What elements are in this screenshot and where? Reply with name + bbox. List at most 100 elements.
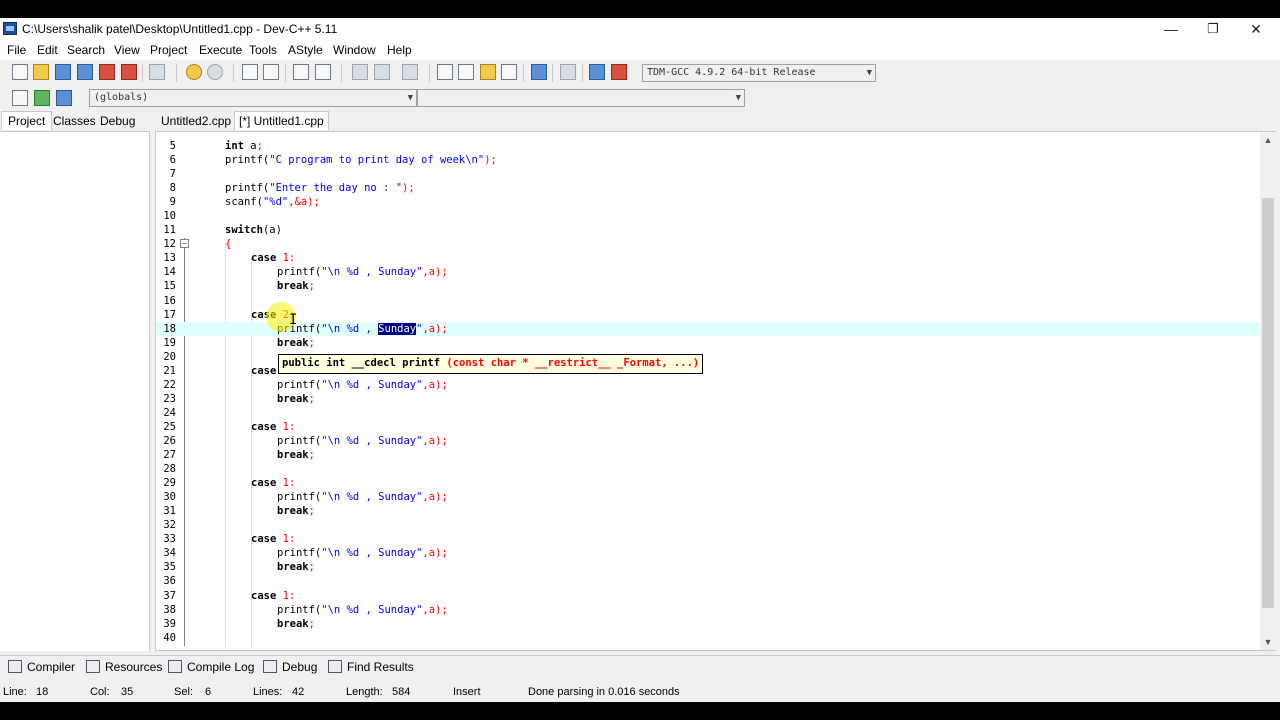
code-line[interactable]: 17case 2:	[156, 308, 1261, 322]
unindent-icon[interactable]	[315, 64, 331, 80]
tab-compiler[interactable]: Compiler	[8, 660, 75, 674]
scroll-thumb[interactable]	[1262, 198, 1274, 608]
print-icon[interactable]	[149, 64, 165, 80]
code-line[interactable]: 31 break;	[156, 504, 1261, 518]
code-line[interactable]: 14 printf("\n %d , Sunday",a);	[156, 265, 1261, 279]
tab-untitled2[interactable]: Untitled2.cpp	[161, 114, 231, 128]
close-button[interactable]: ✕	[1234, 18, 1278, 40]
tab-resources[interactable]: Resources	[86, 660, 162, 674]
code-line[interactable]: 12− {	[156, 237, 1261, 251]
status-mode: Insert	[453, 686, 481, 698]
menu-file[interactable]: File	[7, 43, 26, 57]
status-col-value: 35	[121, 686, 134, 698]
code-text: break;	[277, 336, 315, 350]
menu-search[interactable]: Search	[67, 43, 105, 57]
code-line[interactable]: 39 break;	[156, 617, 1261, 631]
code-text: break;	[277, 392, 315, 406]
code-line[interactable]: 11 switch(a)	[156, 223, 1261, 237]
profile-chart-icon[interactable]	[589, 64, 605, 80]
goto-bookmark-icon[interactable]	[56, 90, 72, 106]
menu-tools[interactable]: Tools	[249, 43, 277, 57]
code-line[interactable]: 30 printf("\n %d , Sunday",a);	[156, 490, 1261, 504]
code-line[interactable]: 38 printf("\n %d , Sunday",a);	[156, 603, 1261, 617]
menu-help[interactable]: Help	[387, 43, 412, 57]
code-line[interactable]: 36	[156, 574, 1261, 588]
code-line[interactable]: 29 case 1:	[156, 476, 1261, 490]
code-line[interactable]: 9 scanf("%d",&a);	[156, 195, 1261, 209]
code-line[interactable]: 23 break;	[156, 392, 1261, 406]
debug-run-icon[interactable]	[611, 64, 627, 80]
code-line[interactable]: 35 break;	[156, 560, 1261, 574]
redo-icon[interactable]	[207, 64, 223, 80]
tab-classes[interactable]: Classes	[53, 114, 96, 128]
code-line[interactable]: 8 printf("Enter the day no : ");	[156, 181, 1261, 195]
code-line[interactable]: 22 printf("\n %d , Sunday",a);	[156, 378, 1261, 392]
indent-icon[interactable]	[293, 64, 309, 80]
code-line[interactable]: 6 printf("C program to print day of week\…	[156, 153, 1261, 167]
new-file-icon[interactable]	[12, 64, 28, 80]
line-number: 26	[163, 434, 176, 447]
bookmark-icon[interactable]	[402, 64, 418, 80]
menu-window[interactable]: Window	[333, 43, 376, 57]
open-file-icon[interactable]	[33, 64, 49, 80]
code-line[interactable]: 15 break;	[156, 279, 1261, 293]
tab-project[interactable]: Project	[1, 111, 53, 130]
code-line[interactable]: 32	[156, 518, 1261, 532]
code-line[interactable]: 5 int a;	[156, 139, 1261, 153]
layout-icon[interactable]	[501, 64, 517, 80]
code-line[interactable]: 13 case 1:	[156, 251, 1261, 265]
undo-icon[interactable]	[186, 64, 202, 80]
insert-icon[interactable]	[12, 90, 28, 106]
code-line[interactable]: 34 printf("\n %d , Sunday",a);	[156, 546, 1261, 560]
menu-edit[interactable]: Edit	[37, 43, 58, 57]
toggle-bookmark-icon[interactable]	[34, 90, 50, 106]
menu-astyle[interactable]: AStyle	[288, 43, 323, 57]
goto-forward-icon[interactable]	[374, 64, 390, 80]
menu-execute[interactable]: Execute	[199, 43, 242, 57]
class-browser-icon[interactable]	[480, 64, 496, 80]
code-token: ,a);	[422, 322, 448, 335]
symbol-select[interactable]: ▼	[417, 89, 745, 107]
menu-project[interactable]: Project	[150, 43, 187, 57]
tab-debug[interactable]: Debug	[100, 114, 135, 128]
stop-execution-icon[interactable]	[560, 64, 576, 80]
code-line[interactable]: 28	[156, 462, 1261, 476]
code-line[interactable]: 37 case 1:	[156, 589, 1261, 603]
project-view-icon[interactable]	[458, 64, 474, 80]
goto-back-icon[interactable]	[352, 64, 368, 80]
code-line[interactable]: 10	[156, 209, 1261, 223]
code-line[interactable]: 7	[156, 167, 1261, 181]
replace-icon[interactable]	[263, 64, 279, 80]
tab-untitled1[interactable]: [*] Untitled1.cpp	[234, 111, 329, 130]
tab-debug-output[interactable]: Debug	[263, 660, 317, 674]
code-editor[interactable]: 5 int a; 6 printf("C program to print day o…	[155, 131, 1276, 651]
menu-view[interactable]: View	[114, 43, 140, 57]
close-all-icon[interactable]	[121, 64, 137, 80]
code-line[interactable]: 27 break;	[156, 448, 1261, 462]
line-number: 17	[163, 308, 176, 321]
code-line[interactable]: 26 printf("\n %d , Sunday",a);	[156, 434, 1261, 448]
minimize-button[interactable]: —	[1149, 18, 1193, 40]
code-line[interactable]: 25 case 1:	[156, 420, 1261, 434]
code-line[interactable]: 19 break;	[156, 336, 1261, 350]
code-line[interactable]: 24	[156, 406, 1261, 420]
code-line[interactable]: 40	[156, 631, 1261, 645]
save-icon[interactable]	[55, 64, 71, 80]
tab-find-results[interactable]: Find Results	[328, 660, 414, 674]
tab-compile-log[interactable]: Compile Log	[168, 660, 254, 674]
scroll-down-icon[interactable]: ▼	[1260, 634, 1276, 650]
code-line[interactable]: 16	[156, 294, 1261, 308]
code-line[interactable]: 18 printf("\n %d , Sunday",a);	[156, 321, 1261, 336]
close-file-icon[interactable]	[99, 64, 115, 80]
new-project-icon[interactable]	[437, 64, 453, 80]
find-icon[interactable]	[242, 64, 258, 80]
scroll-up-icon[interactable]: ▲	[1260, 132, 1276, 148]
code-line[interactable]: 33 case 1:	[156, 532, 1261, 546]
fold-toggle-icon[interactable]: −	[180, 239, 189, 249]
compiler-select[interactable]: TDM-GCC 4.9.2 64-bit Release ▼	[642, 64, 876, 82]
compile-icon[interactable]	[531, 64, 547, 80]
scope-select[interactable]: (globals) ▼	[89, 89, 417, 107]
editor-vertical-scrollbar[interactable]: ▲ ▼	[1260, 132, 1276, 650]
restore-button[interactable]: ❐	[1191, 18, 1235, 40]
save-all-icon[interactable]	[77, 64, 93, 80]
